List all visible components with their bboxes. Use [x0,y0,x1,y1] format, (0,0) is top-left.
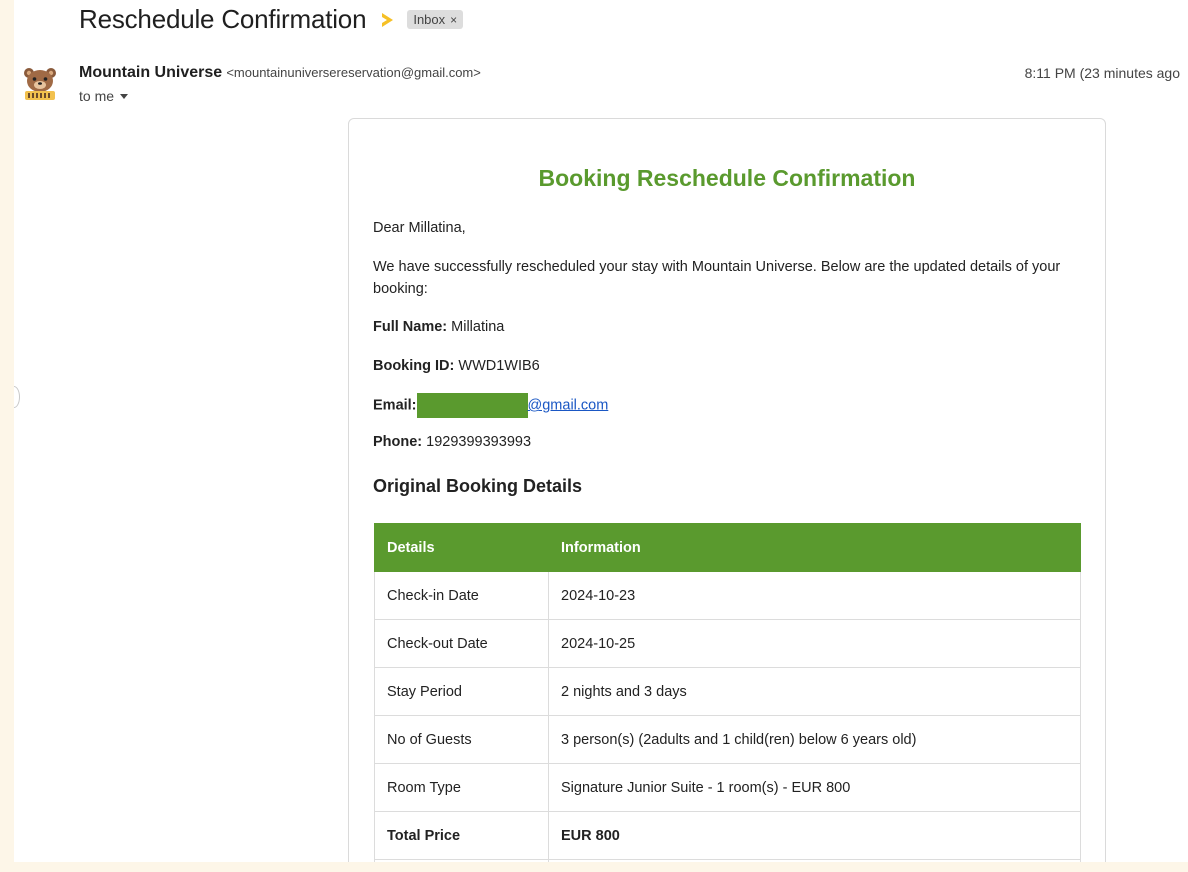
total-price-row: Total Price EUR 800 [374,811,1081,860]
sender-email: <mountainuniversereservation@gmail.com> [226,65,481,80]
booking-id-line: Booking ID: WWD1WIB6 [373,355,1085,377]
table-row: Check-out Date 2024-10-25 [374,619,1081,668]
table-cell: No of Guests [374,715,549,764]
email-body-card: Booking Reschedule Confirmation Dear Mil… [348,118,1106,862]
table-row: Stay Period 2 nights and 3 days [374,667,1081,716]
table-header-cell: Details [374,523,549,572]
bear-avatar-icon[interactable] [20,64,60,104]
table-cell [374,859,549,862]
inbox-label-chip[interactable]: Inbox × [407,10,464,29]
intro-paragraph: We have successfully rescheduled your st… [373,259,1061,297]
table-cell: 2 nights and 3 days [548,667,1081,716]
booking-id-value: WWD1WIB6 [458,358,540,374]
email-line: Email: @gmail.com [373,393,1085,418]
redacted-email-block [416,393,528,418]
full-name-label: Full Name: [373,319,448,335]
original-booking-heading: Original Booking Details [373,476,583,496]
table-row: Check-in Date 2024-10-23 [374,571,1081,620]
side-panel-handle[interactable] [14,386,20,408]
table-header-row: Details Information [374,523,1081,572]
table-cell: Stay Period [374,667,549,716]
table-header-cell: Information [548,523,1081,572]
table-cell: Check-in Date [374,571,549,620]
email-timestamp: 8:11 PM (23 minutes ago [1024,65,1180,81]
recipient-details-toggle[interactable]: to me [79,88,129,104]
table-cell: Check-out Date [374,619,549,668]
table-cell: 2024-10-23 [548,571,1081,620]
recipient-label: to me [79,88,115,104]
booking-id-label: Booking ID: [373,358,455,374]
sender-line: Mountain Universe <mountainuniversereser… [79,64,481,82]
table-cell: Signature Junior Suite - 1 room(s) - EUR… [548,763,1081,812]
table-cell: 3 person(s) (2adults and 1 child(ren) be… [548,715,1081,764]
caret-down-icon[interactable] [120,93,129,99]
table-cell: Total Price [374,811,549,860]
importance-marker-icon[interactable] [382,12,394,27]
email-link[interactable]: @gmail.com [528,397,609,413]
table-cell: 2024-10-25 [548,619,1081,668]
full-name-value: Millatina [451,319,505,335]
inbox-label-text: Inbox [413,12,446,27]
table-row: Room Type Signature Junior Suite - 1 roo… [374,763,1081,812]
greeting: Dear Millatina, [373,220,466,236]
phone-line: Phone: 1929399393993 [373,431,1085,453]
table-cell: Room Type [374,763,549,812]
email-label: Email: [373,397,417,414]
table-cell [548,859,1081,862]
email-view: Reschedule Confirmation Inbox × Mountain… [14,0,1188,862]
remove-label-icon[interactable]: × [450,13,457,27]
booking-details-table: Details Information Check-in Date 2024-1… [374,523,1081,862]
table-cell: EUR 800 [548,811,1081,860]
subject-row: Reschedule Confirmation Inbox × [79,4,464,35]
table-row: No of Guests 3 person(s) (2adults and 1 … [374,715,1081,764]
phone-value: 1929399393993 [426,434,532,450]
email-subject: Reschedule Confirmation [79,4,367,34]
full-name-line: Full Name: Millatina [373,316,1085,338]
sender-name[interactable]: Mountain Universe [79,64,222,81]
booking-title: Booking Reschedule Confirmation [538,165,916,191]
table-row [374,859,1081,862]
phone-label: Phone: [373,434,423,450]
